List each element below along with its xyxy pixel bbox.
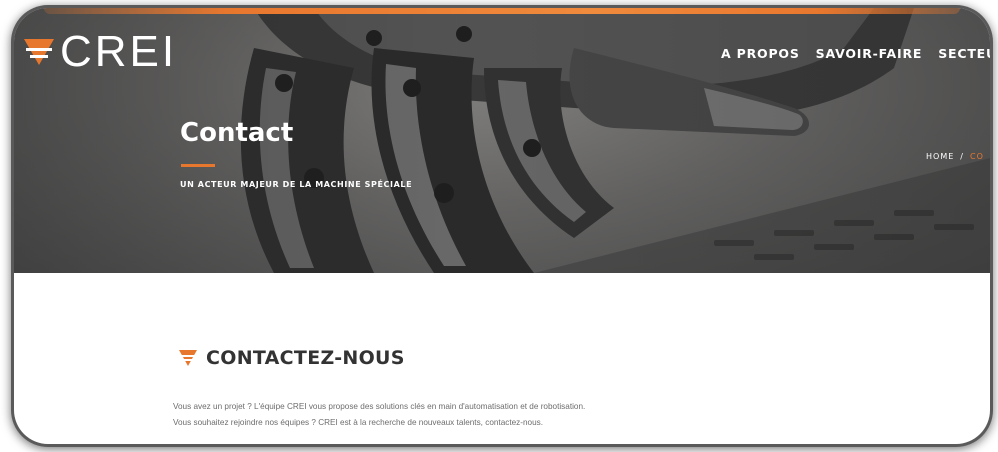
title-underline: [181, 164, 215, 167]
page-title: Contact: [180, 118, 294, 148]
hero-tagline: UN ACTEUR MAJEUR DE LA MACHINE SPÉCIALE: [180, 180, 413, 189]
breadcrumb-separator: /: [960, 152, 964, 161]
main-nav: A PROPOS SAVOIR-FAIRE SECTEURS: [721, 46, 990, 61]
nav-item-secteurs[interactable]: SECTEURS: [938, 46, 990, 61]
nav-item-a-propos[interactable]: A PROPOS: [721, 46, 800, 61]
section-heading-text: CONTACTEZ-NOUS: [206, 347, 405, 369]
section-heading: CONTACTEZ-NOUS: [178, 347, 405, 369]
top-accent-strip: [44, 8, 960, 14]
breadcrumb-current: CO: [969, 152, 984, 161]
page-frame: CREI A PROPOS SAVOIR-FAIRE SECTEURS Cont…: [14, 8, 990, 444]
intro-line-1: Vous avez un projet ? L'équipe CREI vous…: [173, 402, 586, 411]
intro-line-2: Vous souhaitez rejoindre nos équipes ? C…: [173, 418, 544, 427]
crei-chevron-logo-icon: [24, 39, 54, 65]
breadcrumb-home[interactable]: HOME: [926, 152, 954, 161]
logo-text: CREI: [60, 27, 178, 76]
hero-banner: CREI A PROPOS SAVOIR-FAIRE SECTEURS Cont…: [14, 8, 990, 273]
crei-logo[interactable]: CREI: [22, 30, 177, 74]
nav-item-savoir-faire[interactable]: SAVOIR-FAIRE: [816, 46, 923, 61]
breadcrumb: HOME / CO: [926, 152, 984, 161]
orange-chevron-icon: [179, 350, 197, 366]
